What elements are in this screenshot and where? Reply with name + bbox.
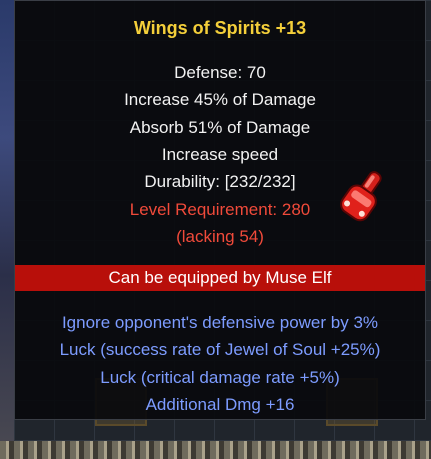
option-luck-critical: Luck (critical damage rate +5%) xyxy=(100,368,340,387)
background-scenery xyxy=(0,0,14,459)
item-stat-speed: Increase speed xyxy=(161,145,279,164)
equip-restriction-text: Can be equipped by Muse Elf xyxy=(108,268,332,287)
item-title: Wings of Spirits +13 xyxy=(133,18,307,38)
option-additional-damage: Additional Dmg +16 xyxy=(145,395,295,414)
item-stat-damage-absorb: Absorb 51% of Damage xyxy=(129,118,311,137)
inventory-bottom-border xyxy=(0,441,431,459)
red-gauntlet-cursor-icon xyxy=(340,171,382,222)
option-luck-jewel-soul: Luck (success rate of Jewel of Soul +25%… xyxy=(59,340,381,359)
option-ignore-defense: Ignore opponent's defensive power by 3% xyxy=(61,313,379,332)
item-stat-damage-increase: Increase 45% of Damage xyxy=(124,90,316,109)
item-stat-defense: Defense: 70 xyxy=(174,63,266,82)
equip-restriction-bar: Can be equipped by Muse Elf xyxy=(15,265,425,291)
